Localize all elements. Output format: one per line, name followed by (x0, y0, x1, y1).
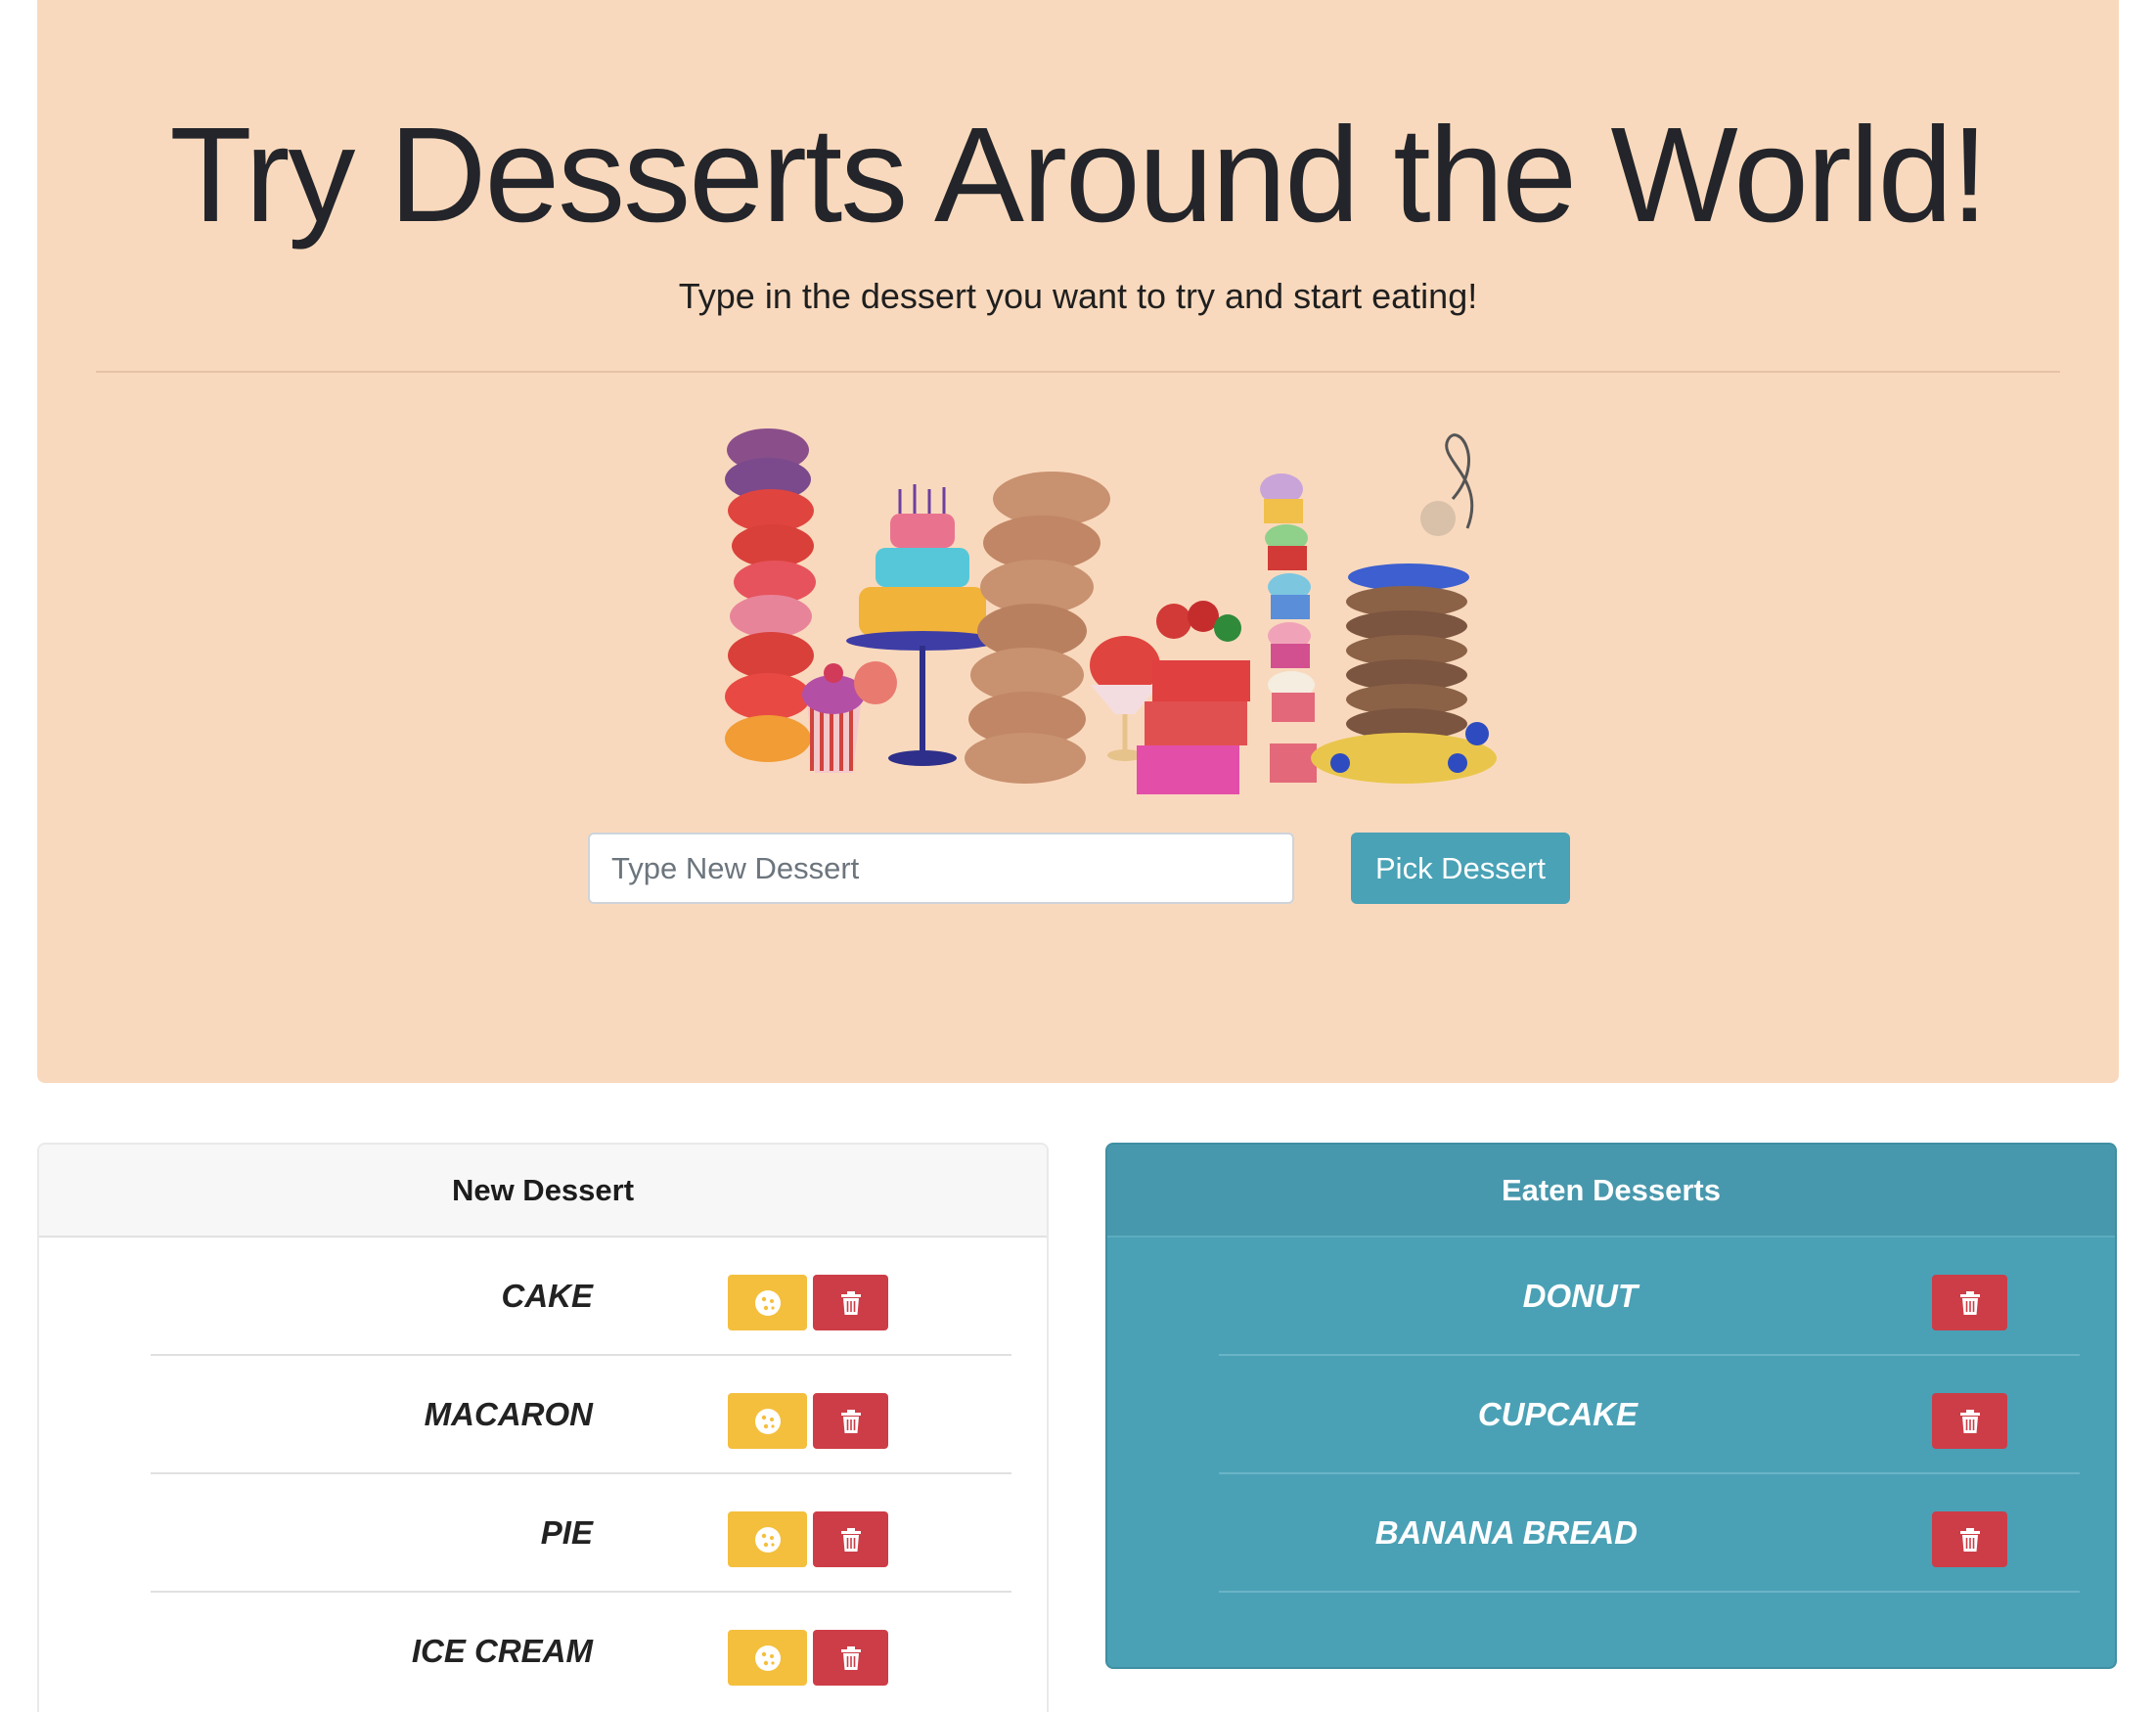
dessert-name: CUPCAKE (1477, 1395, 1638, 1432)
cookie-stack (965, 472, 1110, 784)
eaten-desserts-heading: Eaten Desserts (1107, 1145, 2115, 1238)
delete-button[interactable] (813, 1630, 888, 1686)
trash-icon (840, 1527, 861, 1552)
page-subtitle: Type in the dessert you want to try and … (678, 276, 1478, 316)
dessert-name: BANANA BREAD (1374, 1513, 1638, 1551)
list-item: CAKE (151, 1238, 1011, 1356)
delete-button[interactable] (1932, 1393, 2007, 1449)
hero-section: Try Desserts Around the World! Type in t… (37, 0, 2119, 1083)
pancake-stack (1311, 433, 1497, 784)
cookie-icon (754, 1289, 781, 1316)
delete-button[interactable] (813, 1275, 888, 1330)
list-item: PIE (151, 1474, 1011, 1593)
pick-dessert-button[interactable]: Pick Dessert (1351, 833, 1570, 904)
trash-icon (1959, 1290, 1980, 1315)
dessert-name: PIE (540, 1513, 593, 1551)
list-item: BANANA BREAD (1219, 1474, 2080, 1593)
cupcake-tower (1260, 473, 1317, 783)
dessert-name: DONUT (1522, 1277, 1638, 1314)
trash-icon (840, 1409, 861, 1433)
cookie-icon (754, 1644, 781, 1671)
new-desserts-heading: New Dessert (39, 1145, 1047, 1238)
eat-button[interactable] (728, 1275, 807, 1330)
hero-divider (96, 371, 2060, 373)
delete-button[interactable] (1932, 1511, 2007, 1567)
cookie-icon (754, 1408, 781, 1434)
eaten-desserts-card: Eaten Desserts DONUT CUPCAKE BANANA BREA… (1105, 1143, 2117, 1669)
delete-button[interactable] (1932, 1275, 2007, 1330)
trash-icon (840, 1290, 861, 1315)
cupcake-drawing (802, 661, 897, 773)
eat-button[interactable] (728, 1393, 807, 1449)
dessert-name: ICE CREAM (411, 1632, 593, 1669)
eat-button[interactable] (728, 1630, 807, 1686)
new-desserts-card: New Dessert CAKE MACARON PIE ICE CREAM (37, 1143, 1049, 1712)
trash-icon (840, 1645, 861, 1670)
list-item: ICE CREAM (151, 1593, 1011, 1711)
trash-icon (1959, 1527, 1980, 1552)
desserts-illustration (725, 428, 1497, 794)
list-item: MACARON (151, 1356, 1011, 1474)
trash-icon (1959, 1409, 1980, 1433)
list-item: CUPCAKE (1219, 1356, 2080, 1474)
eat-button[interactable] (728, 1511, 807, 1567)
dessert-name: MACARON (424, 1395, 593, 1432)
macaron-stack (725, 428, 816, 762)
delete-button[interactable] (813, 1511, 888, 1567)
dessert-name: CAKE (501, 1277, 593, 1314)
list-item: DONUT (1219, 1238, 2080, 1356)
delete-button[interactable] (813, 1393, 888, 1449)
layer-cake-drawing (1137, 601, 1250, 794)
cookie-icon (754, 1526, 781, 1553)
dessert-input[interactable] (588, 833, 1294, 904)
page-title: Try Desserts Around the World! (169, 100, 1988, 250)
